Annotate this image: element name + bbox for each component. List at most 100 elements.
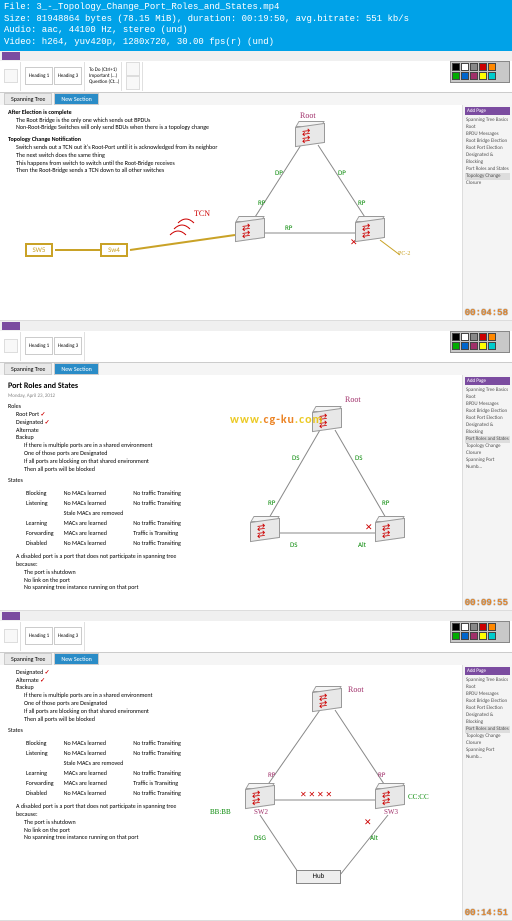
roles-heading: Roles: [8, 403, 454, 411]
page-sidebar: Add Page Spanning Tree Basics Root BPDU …: [462, 375, 512, 610]
svg-text:✕ ✕ ✕ ✕: ✕ ✕ ✕ ✕: [300, 790, 332, 800]
frame-1: Heading 1 Heading 3 To Do (Ctrl+1) Impor…: [0, 51, 512, 321]
style-heading1[interactable]: Heading 1: [25, 67, 53, 85]
sidebar-item[interactable]: Root Bridge Election: [465, 408, 510, 415]
sidebar-item[interactable]: Root: [465, 124, 510, 131]
drawing-palette[interactable]: [450, 621, 510, 643]
sidebar-item-active[interactable]: Port Roles and States: [465, 436, 510, 443]
tcn-label: TCN: [194, 209, 210, 218]
add-page-button[interactable]: Add Page: [465, 667, 510, 675]
text-line: No spanning tree instance running on tha…: [24, 834, 454, 842]
switch-sw2: ⇄⇄: [245, 787, 275, 807]
mail-icon[interactable]: [126, 76, 140, 90]
tab-spanning-tree[interactable]: Spanning Tree: [4, 653, 52, 665]
sidebar-item[interactable]: Root: [465, 394, 510, 401]
page-sidebar: Add Page Spanning Tree Basics Root BPDU …: [462, 665, 512, 920]
switch-sw3: ⇄⇄: [375, 787, 405, 807]
table-row: DisabledNo MACs learnedNo traffic Transi…: [26, 789, 189, 797]
app-icon: [2, 52, 20, 60]
svg-text:RP: RP: [285, 223, 293, 232]
app-icon: [2, 322, 20, 330]
sidebar-item[interactable]: Root Bridge Election: [465, 698, 510, 705]
style-heading3[interactable]: Heading 3: [54, 627, 82, 645]
table-row: ListeningNo MACs learnedNo traffic Trans…: [26, 749, 189, 757]
tab-new-section[interactable]: New Section: [54, 363, 98, 375]
content-area: Port Roles and States Monday, April 23, …: [0, 375, 512, 610]
switch-left: ⇄⇄: [235, 220, 265, 240]
frame-2: Heading 1 Heading 3 Spanning Tree New Se…: [0, 321, 512, 611]
text-line: because:: [16, 561, 454, 569]
drawing-palette[interactable]: [450, 61, 510, 83]
sidebar-item[interactable]: Spanning Port Numb…: [465, 457, 510, 471]
tab-new-section[interactable]: New Section: [54, 93, 98, 105]
video-timestamp: 00:09:55: [465, 598, 508, 608]
sidebar-item[interactable]: Root: [465, 684, 510, 691]
sidebar-item[interactable]: Root Bridge Election: [465, 138, 510, 145]
add-page-button[interactable]: Add Page: [465, 377, 510, 385]
table-row: ListeningNo MACs learnedNo traffic Trans…: [26, 499, 189, 507]
sidebar-item[interactable]: BPDU Messages: [465, 691, 510, 698]
sidebar-item[interactable]: Root Port Election: [465, 415, 510, 422]
style-heading3[interactable]: Heading 3: [54, 337, 82, 355]
text-line: Non-Root-Bridge Switches will only send …: [16, 124, 454, 132]
sidebar-item-active[interactable]: Port Roles and States: [465, 726, 510, 733]
sw2-label: SW2: [254, 808, 268, 816]
flag-icon[interactable]: [126, 62, 140, 76]
tab-row: Spanning Tree New Section: [0, 653, 512, 665]
document-body: Port Roles and States Monday, April 23, …: [0, 375, 462, 610]
tab-spanning-tree[interactable]: Spanning Tree: [4, 363, 52, 375]
style-heading3[interactable]: Heading 3: [54, 67, 82, 85]
sidebar-item[interactable]: Spanning Port Numb…: [465, 747, 510, 761]
add-page-button[interactable]: Add Page: [465, 107, 510, 115]
style-heading1[interactable]: Heading 1: [25, 627, 53, 645]
sidebar-item[interactable]: BPDU Messages: [465, 131, 510, 138]
svg-text:RP: RP: [268, 498, 276, 507]
sidebar-item[interactable]: Topology Change: [465, 733, 510, 740]
sidebar-item[interactable]: Root Port Election: [465, 145, 510, 152]
sidebar-item[interactable]: Topology Change: [465, 443, 510, 450]
sidebar-item[interactable]: Closure: [465, 450, 510, 457]
text-line: Then the Root-Bridge sends a TCN down to…: [16, 167, 454, 175]
sidebar-item[interactable]: Designated & Blocking: [465, 422, 510, 436]
states-heading: States: [8, 727, 454, 735]
sidebar-item[interactable]: Closure: [465, 180, 510, 187]
sw4-box: Sw4: [100, 243, 128, 257]
video-timestamp: 00:04:58: [465, 308, 508, 318]
sidebar-item[interactable]: Port Roles and States: [465, 166, 510, 173]
document-body: After Election is complete The Root Brid…: [0, 105, 462, 320]
tab-spanning-tree[interactable]: Spanning Tree: [4, 93, 52, 105]
sidebar-item[interactable]: Closure: [465, 740, 510, 747]
sidebar-item[interactable]: Spanning Tree Basics: [465, 117, 510, 124]
sidebar-item[interactable]: BPDU Messages: [465, 401, 510, 408]
media-size: Size: 81948864 bytes (78.15 MiB), durati…: [4, 14, 508, 26]
window-titlebar: [0, 51, 512, 61]
table-row: BlockingNo MACs learnedNo traffic Transi…: [26, 739, 189, 747]
text-line: Designated ✓: [16, 669, 454, 677]
paste-button[interactable]: [4, 339, 18, 353]
root-label: Root: [348, 685, 364, 694]
svg-text:RP: RP: [358, 198, 366, 207]
tab-row: Spanning Tree New Section: [0, 363, 512, 375]
sidebar-item[interactable]: Root Port Election: [465, 705, 510, 712]
sidebar-item[interactable]: Designated & Blocking: [465, 152, 510, 166]
frame-3: Heading 1 Heading 3 Spanning Tree New Se…: [0, 611, 512, 921]
tab-row: Spanning Tree New Section: [0, 93, 512, 105]
style-heading1[interactable]: Heading 1: [25, 337, 53, 355]
video-timestamp: 00:14:51: [465, 908, 508, 918]
tab-new-section[interactable]: New Section: [54, 653, 98, 665]
svg-text:RP: RP: [258, 198, 266, 207]
drawing-palette[interactable]: [450, 331, 510, 353]
paste-button[interactable]: [4, 69, 18, 83]
svg-text:RP: RP: [378, 770, 386, 779]
document-body: Designated ✓ Alternate ✓ Backup If there…: [0, 665, 462, 920]
ribbon: Heading 1 Heading 3: [0, 331, 512, 363]
app-icon: [2, 612, 20, 620]
sidebar-item[interactable]: Spanning Tree Basics: [465, 677, 510, 684]
svg-text:RP: RP: [382, 498, 390, 507]
sidebar-item[interactable]: Spanning Tree Basics: [465, 387, 510, 394]
sidebar-item[interactable]: Designated & Blocking: [465, 712, 510, 726]
sidebar-item-active[interactable]: Topology Change: [465, 173, 510, 180]
tag-question[interactable]: Question (Ct…): [89, 79, 119, 85]
text-line: Alternate: [16, 427, 454, 435]
paste-button[interactable]: [4, 629, 18, 643]
